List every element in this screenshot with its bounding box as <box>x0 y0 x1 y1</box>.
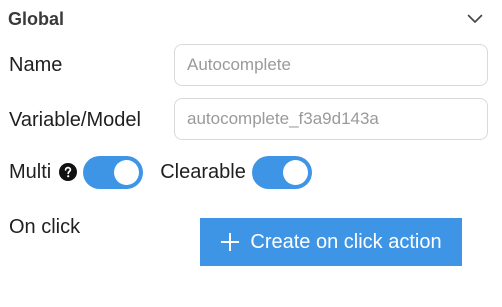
section-header-global[interactable]: Global <box>8 6 484 32</box>
name-input[interactable] <box>174 44 488 86</box>
on-click-label: On click <box>9 216 81 238</box>
variable-model-input[interactable] <box>174 98 488 140</box>
clearable-label: Clearable <box>160 160 246 183</box>
name-label: Name <box>9 54 63 76</box>
create-on-click-action-label: Create on click action <box>250 230 442 253</box>
create-on-click-action-button[interactable]: Create on click action <box>200 218 462 266</box>
multi-toggle[interactable] <box>83 155 144 189</box>
chevron-down-icon[interactable] <box>466 10 484 28</box>
plus-icon <box>220 232 240 252</box>
toggle-knob <box>114 159 140 185</box>
question-circle-icon[interactable] <box>59 163 78 181</box>
properties-panel: Global Name Variable/Model Multi Clearab… <box>0 0 502 307</box>
variable-model-label: Variable/Model <box>9 109 141 131</box>
clearable-toggle[interactable] <box>251 155 312 189</box>
toggle-row: Multi Clearable <box>9 154 312 190</box>
toggle-knob <box>282 159 308 185</box>
multi-label: Multi <box>9 160 52 183</box>
section-title: Global <box>8 8 65 29</box>
